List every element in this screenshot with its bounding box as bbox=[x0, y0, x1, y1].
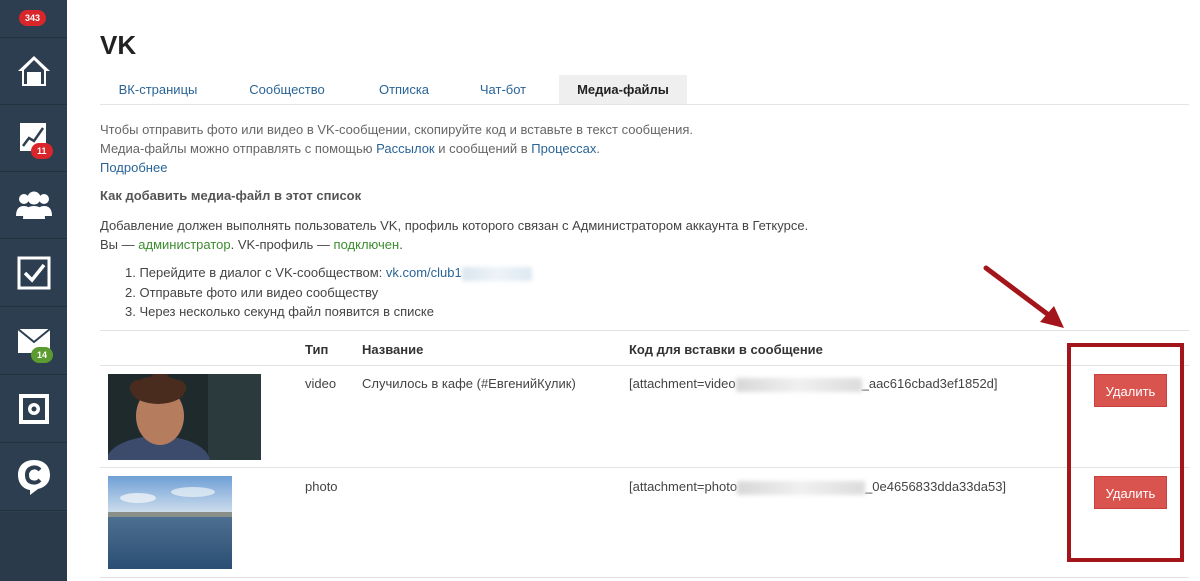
checkbox-icon bbox=[17, 256, 50, 290]
home-icon bbox=[17, 56, 50, 86]
tab-media-files[interactable]: Медиа-файлы bbox=[559, 75, 687, 104]
sidebar-item-chat[interactable] bbox=[0, 444, 67, 511]
intro-text-b: и сообщений в bbox=[434, 141, 532, 156]
stats-badge: 11 bbox=[31, 143, 53, 159]
row-border bbox=[100, 577, 1189, 578]
step-3: 3. Через несколько секунд файл появится … bbox=[125, 304, 434, 319]
row-code[interactable]: [attachment=photo _0e4656833dda33da53] bbox=[629, 479, 1006, 495]
intro-line-3: Подробнее bbox=[100, 158, 167, 177]
tab-unsubscribe[interactable]: Отписка bbox=[360, 75, 448, 104]
header-type: Тип bbox=[305, 342, 329, 357]
tab-bar: ВК-страницы Сообщество Отписка Чат-бот М… bbox=[100, 75, 1189, 105]
row-type: video bbox=[305, 376, 337, 391]
row-name: Случилось в кафе (#ЕвгенийКулик) bbox=[362, 376, 576, 391]
step-2: 2. Отправьте фото или видео сообществу bbox=[125, 284, 379, 300]
sidebar-footer bbox=[0, 512, 67, 581]
row-border bbox=[100, 467, 1189, 468]
intro-text-a: Медиа-файлы можно отправлять с помощью bbox=[100, 141, 377, 156]
processes-link[interactable]: Процессах bbox=[531, 141, 596, 156]
profile-status: подключен bbox=[333, 237, 400, 252]
code-suffix: _aac616cbad3ef1852d] bbox=[861, 376, 998, 391]
tab-community[interactable]: Сообщество bbox=[232, 75, 342, 104]
intro-text-c: . bbox=[596, 141, 600, 156]
sidebar-notifications[interactable]: 343 bbox=[0, 0, 67, 38]
mail-badge: 14 bbox=[31, 347, 54, 363]
role-status: администратор bbox=[138, 237, 231, 252]
code-suffix: _0e4656833dda33da53] bbox=[865, 479, 1007, 494]
safe-icon bbox=[18, 394, 49, 424]
howto-heading: Как добавить медиа-файл в этот список bbox=[100, 188, 362, 203]
tab-vk-pages[interactable]: ВК-страницы bbox=[100, 75, 216, 104]
row-code[interactable]: [attachment=video _aac616cbad3ef1852d] bbox=[629, 376, 998, 392]
redacted-code bbox=[737, 480, 866, 495]
sidebar-item-mail[interactable]: 14 bbox=[0, 308, 67, 375]
more-link[interactable]: Подробнее bbox=[100, 160, 167, 175]
header-code: Код для вставки в сообщение bbox=[629, 342, 823, 357]
sidebar-item-home[interactable] bbox=[0, 38, 67, 105]
sidebar-item-tasks[interactable] bbox=[0, 240, 67, 307]
sidebar: 343 11 14 bbox=[0, 0, 67, 581]
video-thumbnail bbox=[108, 374, 261, 460]
sidebar-item-safe[interactable] bbox=[0, 376, 67, 443]
community-link[interactable]: vk.com/club1 bbox=[386, 265, 462, 280]
header-name: Название bbox=[362, 342, 424, 357]
chat-logo-icon bbox=[17, 460, 50, 495]
code-prefix: [attachment=photo bbox=[629, 479, 738, 494]
intro-line-2: Медиа-файлы можно отправлять с помощью Р… bbox=[100, 139, 600, 158]
intro-line-1: Чтобы отправить фото или видео в VK-сооб… bbox=[100, 122, 693, 137]
mailings-link[interactable]: Рассылок bbox=[376, 141, 434, 156]
profile-suffix: . bbox=[399, 237, 403, 252]
sidebar-item-stats[interactable]: 11 bbox=[0, 105, 67, 172]
row-type: photo bbox=[305, 479, 338, 494]
step-1-text: 1. Перейдите в диалог с VK-сообществом: bbox=[125, 265, 386, 280]
photo-thumbnail bbox=[108, 476, 232, 569]
header-border bbox=[100, 365, 1189, 366]
redacted-code bbox=[735, 377, 862, 392]
redacted-id bbox=[461, 266, 532, 281]
profile-prefix: . VK-профиль — bbox=[230, 237, 334, 252]
page-title: VK bbox=[100, 30, 137, 60]
step-1: 1. Перейдите в диалог с VK-сообществом: … bbox=[125, 263, 532, 283]
highlight-box bbox=[1067, 343, 1184, 562]
pointer-arrow-icon bbox=[983, 265, 1064, 328]
status-line: Вы — администратор. VK-профиль — подключ… bbox=[100, 235, 403, 254]
notification-badge: 343 bbox=[19, 10, 47, 26]
sidebar-item-users[interactable] bbox=[0, 172, 67, 239]
you-prefix: Вы — bbox=[100, 237, 139, 252]
steps-list: 1. Перейдите в диалог с VK-сообществом: … bbox=[125, 263, 532, 322]
howto-paragraph: Добавление должен выполнять пользователь… bbox=[100, 218, 809, 233]
tab-chatbot[interactable]: Чат-бот bbox=[466, 75, 540, 104]
users-icon bbox=[15, 191, 52, 219]
code-prefix: [attachment=video bbox=[629, 376, 736, 391]
